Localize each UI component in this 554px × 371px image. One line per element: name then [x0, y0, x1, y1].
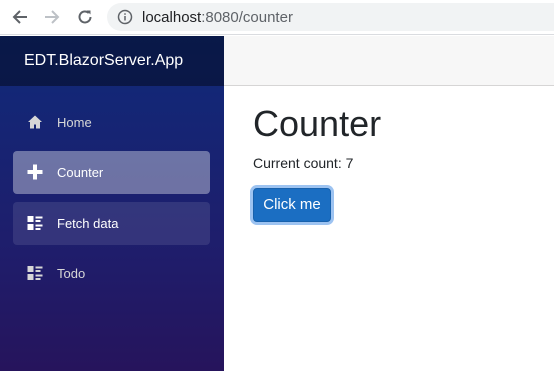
current-count: Current count: 7: [253, 155, 353, 171]
count-value: 7: [345, 155, 354, 171]
sidebar-item-label: Fetch data: [57, 216, 119, 231]
info-icon[interactable]: [117, 9, 133, 25]
top-row: [224, 36, 554, 86]
page-title: Counter: [253, 103, 382, 144]
sidebar-item-home[interactable]: Home: [13, 101, 210, 144]
sidebar-header: EDT.BlazorServer.App: [0, 36, 224, 86]
url-host: localhost: [142, 9, 202, 26]
reload-icon: [78, 10, 92, 24]
list-rich-icon: [27, 216, 43, 230]
sidebar-item-fetch-data[interactable]: Fetch data: [13, 202, 210, 245]
sidebar-item-label: Todo: [57, 266, 86, 281]
reload-button[interactable]: [73, 5, 97, 29]
address-bar[interactable]: localhost:8080/counter: [107, 3, 554, 31]
sidebar: EDT.BlazorServer.App Home Counter Fetch …: [0, 36, 224, 371]
sidebar-item-todo[interactable]: Todo: [13, 252, 210, 295]
home-icon: [28, 115, 42, 129]
arrow-left-icon: [12, 10, 27, 24]
browser-toolbar: localhost:8080/counter: [0, 0, 554, 35]
list-rich-icon: [27, 266, 43, 280]
brand-link[interactable]: EDT.BlazorServer.App: [24, 52, 183, 70]
sidebar-item-label: Counter: [57, 165, 104, 180]
url-path: :8080/counter: [201, 9, 293, 26]
back-button[interactable]: [8, 5, 32, 29]
forward-button[interactable]: [40, 5, 64, 29]
plus-icon: [27, 164, 43, 180]
count-label: Current count:: [253, 155, 346, 171]
sidebar-item-label: Home: [57, 115, 92, 130]
main-content: Counter Current count: 7 Click me: [224, 86, 554, 371]
url-text: localhost:8080/counter: [142, 9, 293, 26]
sidebar-item-counter[interactable]: Counter: [13, 151, 210, 194]
click-me-button[interactable]: Click me: [253, 188, 331, 222]
arrow-right-icon: [45, 10, 60, 24]
